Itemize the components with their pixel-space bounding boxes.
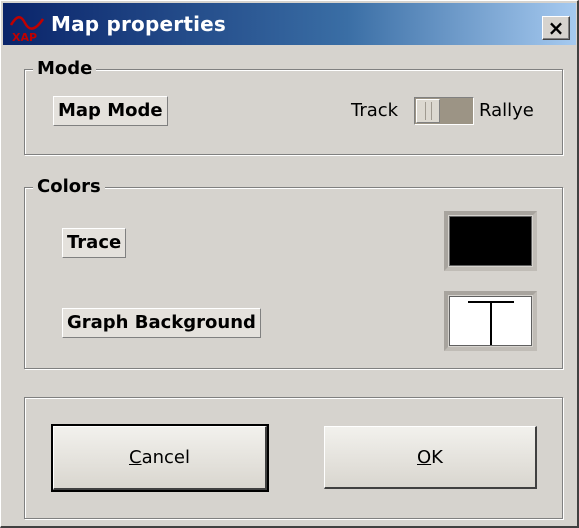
cancel-button[interactable]: Cancel [51,424,269,492]
ok-accel: O [417,447,432,468]
svg-text:XAP: XAP [12,31,37,43]
xap-app-icon: XAP [9,16,45,43]
window-title: Map properties [51,12,227,36]
cancel-label: ancel [141,447,190,468]
colors-group-title: Colors [33,176,105,198]
close-icon: × [547,16,565,40]
map-properties-dialog: XAP Map properties × Mode Map Mode Track… [0,0,579,528]
mode-group-title: Mode [33,58,97,80]
ok-button[interactable]: OK [324,426,537,489]
toggle-rallye-label: Rallye [479,100,534,121]
trace-color-swatch[interactable] [444,211,537,271]
map-mode-button[interactable]: Map Mode [53,96,168,126]
toggle-track-label: Track [351,100,399,121]
ok-label: K [431,447,443,468]
trace-button[interactable]: Trace [62,228,127,258]
trace-color-fill [449,216,532,266]
title-bar[interactable]: XAP Map properties × [3,3,576,45]
toggle-knob[interactable] [416,99,440,123]
close-button[interactable]: × [542,16,570,40]
axis-preview-icon [468,301,514,345]
graph-background-button[interactable]: Graph Background [62,308,261,338]
cancel-accel: C [129,447,142,468]
graph-background-fill [449,296,532,346]
graph-background-swatch[interactable] [444,291,537,351]
track-rallye-toggle[interactable] [414,97,474,125]
